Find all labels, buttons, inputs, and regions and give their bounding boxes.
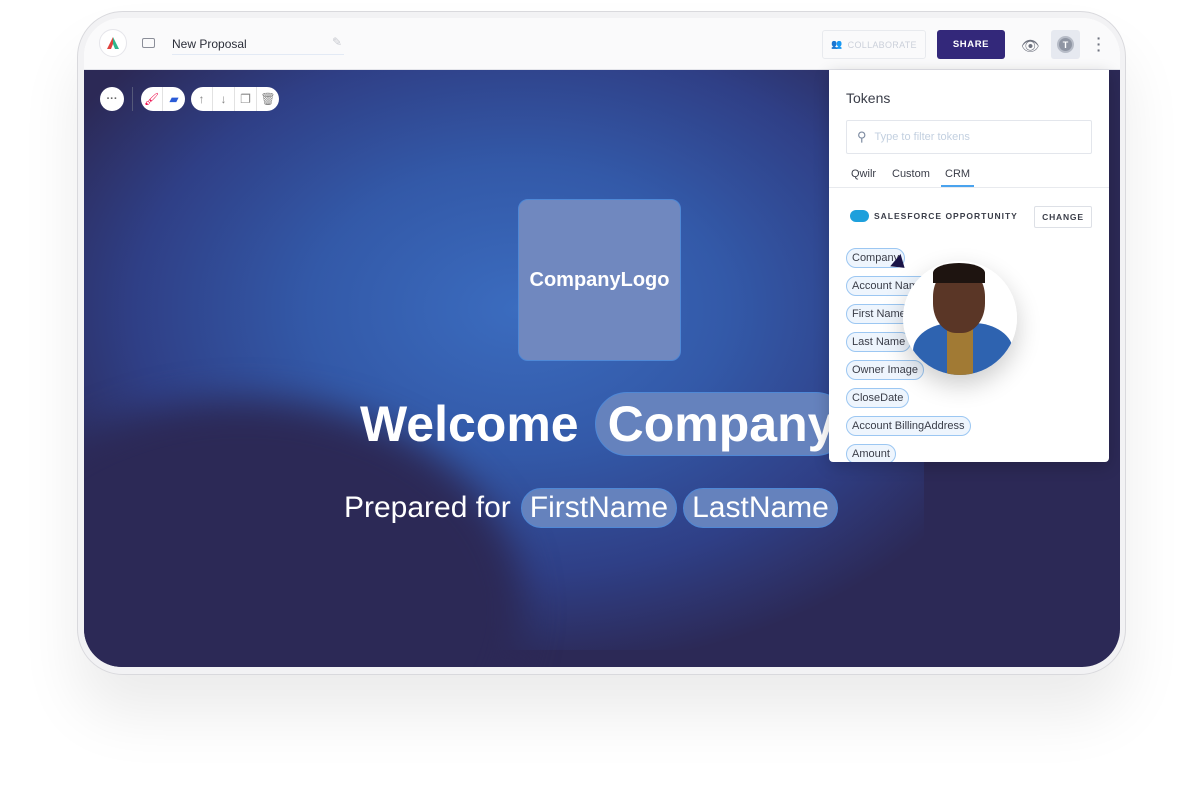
delete-icon[interactable]: 🗑 — [257, 87, 279, 111]
collaborate-label: COLLABORATE — [847, 39, 917, 50]
token-item[interactable]: Account BillingAddress — [846, 416, 971, 436]
salesforce-cloud-icon — [850, 210, 869, 222]
document-title: New Proposal — [172, 37, 247, 51]
tab-custom[interactable]: Custom — [892, 168, 930, 180]
token-item[interactable]: First Name — [846, 304, 912, 324]
source-label: SALESFORCE OPPORTUNITY — [874, 211, 1018, 221]
tokens-button[interactable]: T — [1051, 30, 1080, 59]
share-button[interactable]: SHARE — [937, 30, 1005, 59]
token-item[interactable]: Amount — [846, 444, 896, 462]
token-tabs: Qwilr Custom CRM — [829, 162, 1109, 188]
token-item[interactable]: Last Name — [846, 332, 912, 352]
owner-photo — [903, 261, 1017, 375]
cards-icon[interactable]: ▰ — [163, 87, 185, 111]
document-title-input[interactable]: New Proposal ✎ — [172, 33, 344, 55]
sidebar-toggle-icon[interactable] — [142, 38, 155, 48]
search-icon: ⚲ — [857, 129, 867, 144]
first-name-token[interactable]: FirstName — [520, 488, 678, 528]
welcome-text: Welcome — [360, 396, 579, 452]
search-placeholder: Type to filter tokens — [874, 131, 970, 143]
duplicate-icon[interactable]: ❐ — [235, 87, 257, 111]
more-options-button[interactable]: ··· — [100, 87, 124, 111]
last-name-token[interactable]: LastName — [683, 488, 838, 528]
pencil-icon[interactable]: ✎ — [332, 35, 342, 49]
block-toolbar: ··· 🖌 ▰ ↑ ↓ ❐ 🗑 — [100, 87, 279, 111]
move-up-icon[interactable]: ↑ — [191, 87, 213, 111]
arrange-group: ↑ ↓ ❐ 🗑 — [191, 87, 279, 111]
toolbar-divider — [132, 87, 133, 111]
panel-title: Tokens — [846, 90, 891, 106]
change-button[interactable]: CHANGE — [1034, 206, 1092, 228]
people-icon: 👥 — [831, 39, 843, 49]
company-logo-placeholder[interactable]: CompanyLogo — [518, 199, 681, 361]
qwilr-logo[interactable] — [99, 29, 127, 57]
more-menu-icon[interactable]: · · · — [1095, 31, 1103, 57]
crm-source: SALESFORCE OPPORTUNITY — [850, 210, 1018, 222]
collaborate-button[interactable]: 👥 COLLABORATE — [822, 30, 926, 59]
app-window: New Proposal ✎ 👥 COLLABORATE SHARE 👁 T · · ·… — [84, 18, 1120, 667]
tab-crm[interactable]: CRM — [941, 168, 975, 187]
welcome-heading[interactable]: Welcome Company — [360, 392, 849, 456]
token-search-input[interactable]: ⚲ Type to filter tokens — [846, 120, 1092, 154]
tab-qwilr[interactable]: Qwilr — [851, 168, 876, 180]
move-down-icon[interactable]: ↓ — [213, 87, 235, 111]
token-item[interactable]: CloseDate — [846, 388, 910, 408]
tokens-icon: T — [1057, 36, 1074, 53]
preview-eye-icon[interactable]: 👁 — [1021, 37, 1040, 55]
style-group: 🖌 ▰ — [141, 87, 185, 111]
paint-roller-icon[interactable]: 🖌 — [141, 87, 163, 111]
prepared-for-line[interactable]: Prepared for FirstName LastName — [344, 488, 838, 528]
top-bar: New Proposal ✎ 👥 COLLABORATE SHARE 👁 T · · · — [84, 18, 1120, 70]
prepared-for-text: Prepared for — [344, 491, 511, 524]
company-token[interactable]: Company — [594, 392, 849, 456]
